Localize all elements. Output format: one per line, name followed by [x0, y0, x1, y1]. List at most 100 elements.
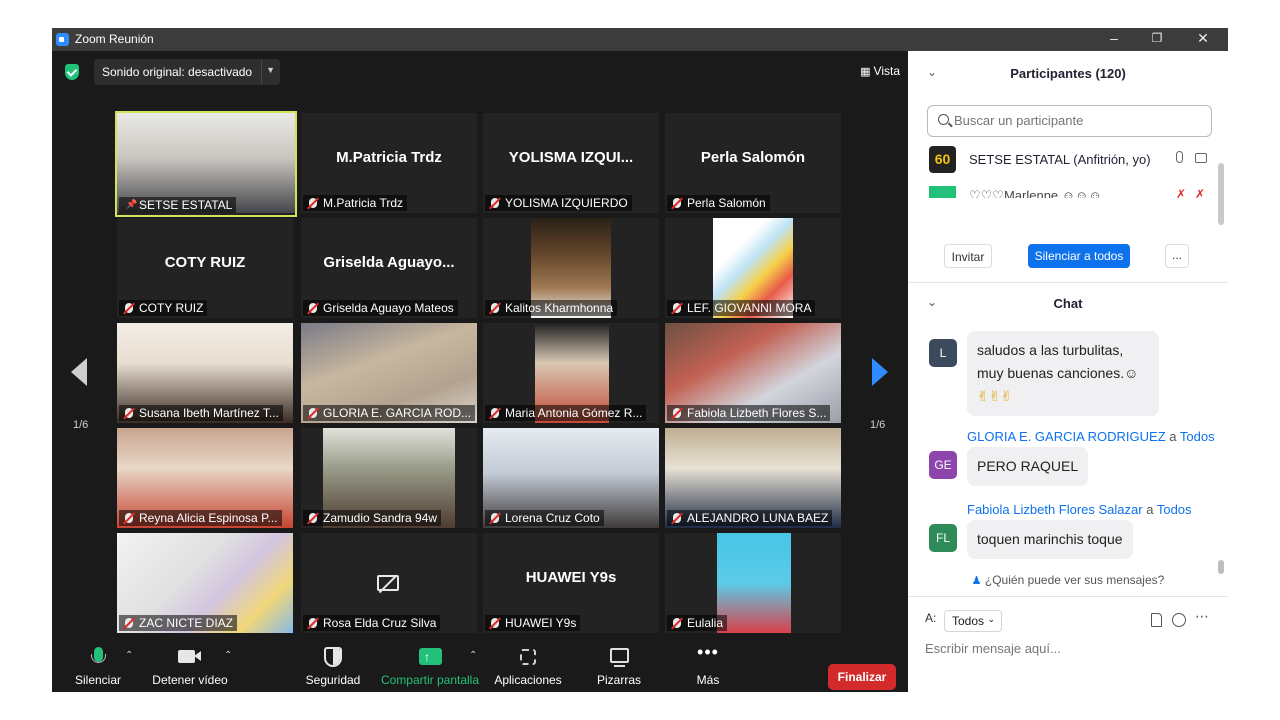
participant-tile[interactable]: Kalitos Kharmhonna	[483, 218, 659, 318]
more-options-button[interactable]: ...	[1165, 244, 1189, 268]
participant-name-label: GLORIA E. GARCIA ROD...	[303, 405, 475, 421]
chevron-down-icon: ⌄	[987, 614, 995, 624]
participant-name: HUAWEI Y9s	[505, 616, 577, 630]
whiteboard-icon	[590, 640, 648, 670]
participant-tile[interactable]: HUAWEI Y9s HUAWEI Y9s	[483, 533, 659, 633]
participant-tile[interactable]: GLORIA E. GARCIA ROD...	[301, 323, 477, 423]
participant-tile[interactable]: Zamudio Sandra 94w	[301, 428, 477, 528]
chat-title: Chat	[1053, 296, 1083, 311]
participant-tile[interactable]: ZAC NICTE DIAZ	[117, 533, 293, 633]
message-bubble[interactable]: saludos a las turbulitas, muy buenas can…	[967, 331, 1159, 416]
participant-tile[interactable]: COTY RUIZ COTY RUIZ	[117, 218, 293, 318]
mute-label: Silenciar	[74, 673, 122, 687]
participants-scrollbar[interactable]	[1218, 163, 1224, 225]
participant-tile[interactable]: Reyna Alicia Espinosa P...	[117, 428, 293, 528]
participant-tile[interactable]: Eulalia	[665, 533, 841, 633]
participant-tile[interactable]: YOLISMA IZQUI... YOLISMA IZQUIERDO	[483, 113, 659, 213]
participant-tile[interactable]: Fabiola Lizbeth Flores S...	[665, 323, 841, 423]
participant-tile[interactable]: Griselda Aguayo... Griselda Aguayo Mateos	[301, 218, 477, 318]
participant-tile[interactable]: ALEJANDRO LUNA BAEZ	[665, 428, 841, 528]
participant-tile[interactable]: 📌 SETSE ESTATAL	[115, 111, 297, 217]
message-text: muy buenas canciones.☺	[977, 365, 1139, 381]
message-bubble[interactable]: PERO RAQUEL	[967, 447, 1089, 486]
message-text: PERO RAQUEL	[977, 458, 1079, 474]
whiteboards-button[interactable]: Pizarras	[590, 640, 648, 692]
sender-avatar: FL	[929, 524, 957, 552]
search-input[interactable]	[954, 113, 1204, 128]
sender-name[interactable]: GLORIA E. GARCIA RODRIGUEZ	[967, 429, 1166, 444]
participant-name: Kalitos Kharmhonna	[505, 301, 614, 315]
chevron-up-icon[interactable]: ⌃	[469, 650, 477, 661]
view-button[interactable]: ▦ Vista	[860, 64, 900, 78]
more-button[interactable]: ••• Más	[686, 640, 730, 692]
security-shield-icon[interactable]	[65, 64, 79, 80]
more-dots-icon[interactable]: ⋯	[1195, 608, 1209, 625]
minimize-icon[interactable]: –	[1104, 30, 1124, 46]
apps-button[interactable]: Aplicaciones	[490, 640, 566, 692]
sender-line: GLORIA E. GARCIA RODRIGUEZ a Todos	[967, 429, 1215, 444]
participant-tile[interactable]: Perla Salomón Perla Salomón	[665, 113, 841, 213]
page-indicator-left: 1/6	[73, 419, 89, 431]
participant-row[interactable]: 60 SETSE ESTATAL (Anfitrión, yo)	[929, 145, 1213, 175]
divider	[908, 596, 1228, 597]
muted-microphone-icon[interactable]: ✗	[1176, 187, 1186, 198]
chat-header: ⌄ Chat	[908, 281, 1228, 325]
participant-name: Eulalia	[687, 616, 724, 630]
chevron-up-icon[interactable]: ⌃	[125, 650, 133, 661]
original-sound-dropdown[interactable]: Sonido original: desactivado ▼	[94, 59, 280, 85]
chevron-down-icon[interactable]: ▼	[266, 65, 275, 75]
emoji-icon[interactable]	[1172, 613, 1186, 627]
mute-all-button[interactable]: Silenciar a todos	[1028, 244, 1130, 268]
participant-tile[interactable]: Lorena Cruz Coto	[483, 428, 659, 528]
muted-microphone-icon	[491, 513, 499, 523]
participant-name: M.Patricia Trdz	[323, 196, 404, 210]
who-can-see-text: ¿Quién puede ver sus mensajes?	[984, 573, 1165, 587]
participant-name-label: M.Patricia Trdz	[303, 195, 408, 211]
participant-search[interactable]	[927, 105, 1212, 137]
video-off-icon[interactable]: ✗	[1195, 187, 1205, 198]
participant-tile[interactable]: Rosa Elda Cruz Silva	[301, 533, 477, 633]
previous-page-arrow-icon[interactable]	[71, 358, 87, 386]
muted-microphone-icon	[491, 303, 499, 313]
video-camera-icon[interactable]	[1195, 153, 1207, 163]
apps-icon	[490, 640, 566, 670]
invite-button[interactable]: Invitar	[944, 244, 992, 268]
chevron-up-icon[interactable]: ⌃	[224, 650, 232, 661]
mute-button[interactable]: Silenciar	[70, 640, 126, 692]
muted-microphone-icon	[309, 303, 317, 313]
muted-microphone-icon	[673, 618, 681, 628]
close-icon[interactable]: ✕	[1193, 30, 1213, 47]
participant-tile[interactable]: LEF. GIOVANNI MORA	[665, 218, 841, 318]
participant-name-label: COTY RUIZ	[119, 300, 208, 316]
who-can-see-link[interactable]: ♟ ¿Quién puede ver sus mensajes?	[908, 573, 1228, 587]
message-composer[interactable]: Escribir mensaje aquí...	[925, 641, 1061, 656]
video-feed	[717, 533, 791, 633]
participant-display-name: Perla Salomón	[700, 149, 806, 166]
participant-name-label: LEF. GIOVANNI MORA	[667, 300, 816, 316]
share-screen-button[interactable]: ↑ Compartir pantalla	[378, 640, 482, 692]
participant-tile[interactable]: Susana Ibeth Martínez T...	[117, 323, 293, 423]
chat-scrollbar[interactable]	[1218, 328, 1224, 574]
sender-name[interactable]: Fabiola Lizbeth Flores Salazar	[967, 502, 1143, 517]
next-page-arrow-icon[interactable]	[872, 358, 888, 386]
scrollbar-thumb[interactable]	[1218, 560, 1224, 574]
participant-name-label: Perla Salomón	[667, 195, 770, 211]
side-panel: ⌄ Participantes (120) 60 SETSE ESTATAL (…	[908, 51, 1228, 692]
pin-icon: 📌	[126, 199, 138, 209]
end-meeting-button[interactable]: Finalizar	[828, 664, 896, 690]
muted-microphone-icon	[491, 198, 499, 208]
recipient-dropdown[interactable]: Todos ⌄	[944, 610, 1002, 632]
file-icon[interactable]	[1151, 613, 1162, 627]
muted-microphone-icon	[309, 513, 317, 523]
microphone-icon[interactable]	[1176, 151, 1183, 163]
security-button[interactable]: Seguridad	[302, 640, 364, 692]
participant-tile[interactable]: M.Patricia Trdz M.Patricia Trdz	[301, 113, 477, 213]
emoji-text: ✌✌✌	[977, 388, 1013, 404]
stop-video-button[interactable]: Detener vídeo	[148, 640, 232, 692]
window-title: Zoom Reunión	[75, 32, 154, 46]
message-bubble[interactable]: toquen marinchis toque	[967, 520, 1133, 559]
participant-tile[interactable]: Maria Antonia Gómez R...	[483, 323, 659, 423]
participant-row[interactable]: ♡♡♡Marlenne ☺☺☺ ✗ ✗	[929, 186, 1213, 198]
restore-icon[interactable]: ❐	[1147, 31, 1167, 45]
participant-name-label: HUAWEI Y9s	[485, 615, 581, 631]
